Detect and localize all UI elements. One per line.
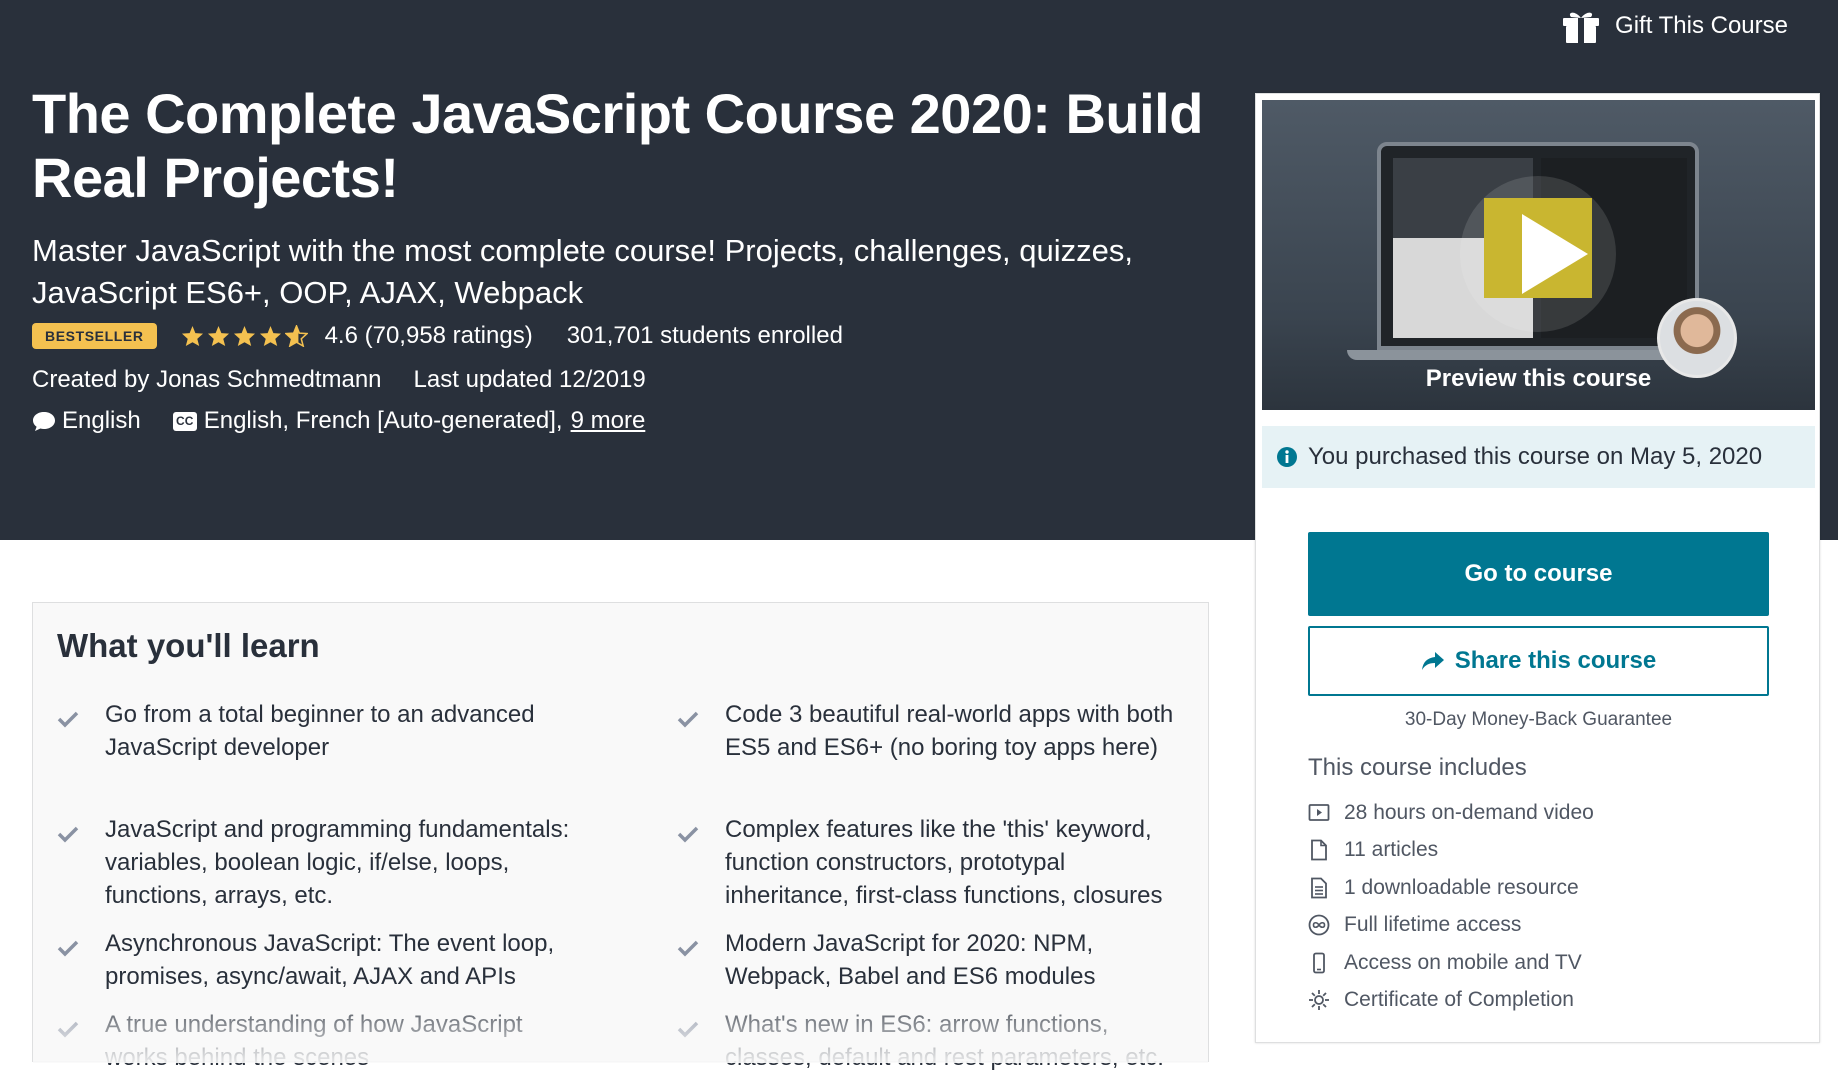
learn-item: Modern JavaScript for 2020: NPM, Webpack… [677, 927, 1195, 993]
closed-captions-icon: CC [172, 411, 197, 431]
gift-label: Gift This Course [1615, 12, 1788, 39]
includes-label: 11 articles [1344, 838, 1439, 862]
comment-icon [33, 412, 55, 431]
infinity-icon [1308, 914, 1330, 936]
learn-item-text: Modern JavaScript for 2020: NPM, Webpack… [725, 930, 1096, 990]
share-label: Share this course [1454, 647, 1657, 674]
certificate-icon [1309, 990, 1329, 1011]
gift-icon [1563, 12, 1600, 43]
created-by[interactable]: Created by Jonas Schmedtmann [32, 366, 382, 394]
captions-languages: English, French [Auto-generated], [203, 407, 563, 434]
check-icon [677, 698, 725, 764]
check-icon [677, 813, 725, 912]
includes-list: 28 hours on-demand video 11 articles 1 d… [1308, 794, 1594, 1019]
more-captions-link[interactable]: 9 more [571, 407, 646, 435]
language: English [32, 407, 141, 435]
learn-title: What you'll learn [57, 627, 320, 664]
learn-item: Go from a total beginner to an advanced … [57, 698, 575, 764]
students-enrolled: 301,701 students enrolled [566, 322, 843, 349]
learn-item-text: Asynchronous JavaScript: The event loop,… [105, 930, 555, 990]
includes-label: 28 hours on-demand video [1344, 800, 1594, 824]
check-icon [677, 927, 725, 993]
check-icon [57, 927, 105, 993]
mobile-icon [1313, 952, 1325, 974]
share-icon [1421, 652, 1444, 670]
last-updated: Last updated 12/2019 [413, 366, 646, 393]
file-icon [1311, 839, 1327, 861]
learn-item: Code 3 beautiful real-world apps with bo… [677, 698, 1195, 764]
page-title: The Complete JavaScript Course 2020: Bui… [32, 82, 1203, 209]
language-label: English [62, 407, 141, 434]
learn-item-text: JavaScript and programming fundamentals:… [105, 816, 570, 909]
preview-label: Preview this course [1425, 365, 1652, 392]
gift-course-link[interactable]: Gift This Course [1561, 8, 1788, 44]
list-item: Full lifetime access [1308, 907, 1594, 945]
check-icon [57, 698, 105, 764]
learn-item-text: Code 3 beautiful real-world apps with bo… [725, 701, 1174, 761]
learn-item: Asynchronous JavaScript: The event loop,… [57, 927, 575, 993]
star-icon [233, 325, 255, 347]
includes-label: Access on mobile and TV [1344, 950, 1582, 974]
star-half-icon [284, 325, 308, 347]
star-icon [181, 325, 203, 347]
includes-label: Full lifetime access [1344, 913, 1522, 937]
author-row: Created by Jonas Schmedtmann Last update… [32, 366, 646, 394]
language-row: English CC English, French [Auto-generat… [32, 407, 645, 435]
document-icon [1311, 877, 1327, 899]
course-subtitle: Master JavaScript with the most complete… [32, 233, 1133, 310]
list-item: 28 hours on-demand video [1308, 794, 1594, 832]
money-back-guarantee: 30-Day Money-Back Guarantee [1404, 709, 1673, 730]
rating-stars[interactable] [181, 325, 311, 347]
includes-title: This course includes [1308, 754, 1527, 781]
learn-item: Complex features like the 'this' keyword… [677, 813, 1195, 912]
purchase-sidebar: Preview this course You purchased this c… [1255, 93, 1820, 1043]
purchased-text: You purchased this course on May 5, 2020 [1308, 443, 1763, 470]
check-icon [57, 813, 105, 912]
star-icon [259, 325, 281, 347]
course-preview-video[interactable]: Preview this course [1262, 100, 1815, 410]
learn-item-text: Go from a total beginner to an advanced … [105, 701, 535, 761]
what-you-will-learn: What you'll learn Go from a total beginn… [32, 602, 1209, 1071]
list-item: Certificate of Completion [1308, 982, 1594, 1020]
includes-label: Certificate of Completion [1344, 988, 1574, 1012]
rating-row: BESTSELLER 4.6 (70,958 ratings) 301,701 … [32, 322, 843, 350]
video-icon [1308, 803, 1330, 821]
play-icon[interactable] [1516, 210, 1592, 298]
includes-label: 1 downloadable resource [1344, 875, 1579, 899]
learn-item: JavaScript and programming fundamentals:… [57, 813, 575, 912]
list-item: 1 downloadable resource [1308, 869, 1594, 907]
purchase-info-banner: You purchased this course on May 5, 2020 [1262, 426, 1815, 488]
share-course-button[interactable]: Share this course [1308, 626, 1769, 696]
rating-text[interactable]: 4.6 (70,958 ratings) [325, 322, 533, 350]
content-fade [33, 988, 1208, 1063]
list-item: 11 articles [1308, 832, 1594, 870]
star-icon [207, 325, 229, 347]
bestseller-badge: BESTSELLER [32, 323, 157, 349]
go-to-course-button[interactable]: Go to course [1308, 532, 1769, 616]
learn-item-text: Complex features like the 'this' keyword… [725, 816, 1163, 909]
info-icon [1277, 447, 1297, 467]
list-item: Access on mobile and TV [1308, 944, 1594, 982]
